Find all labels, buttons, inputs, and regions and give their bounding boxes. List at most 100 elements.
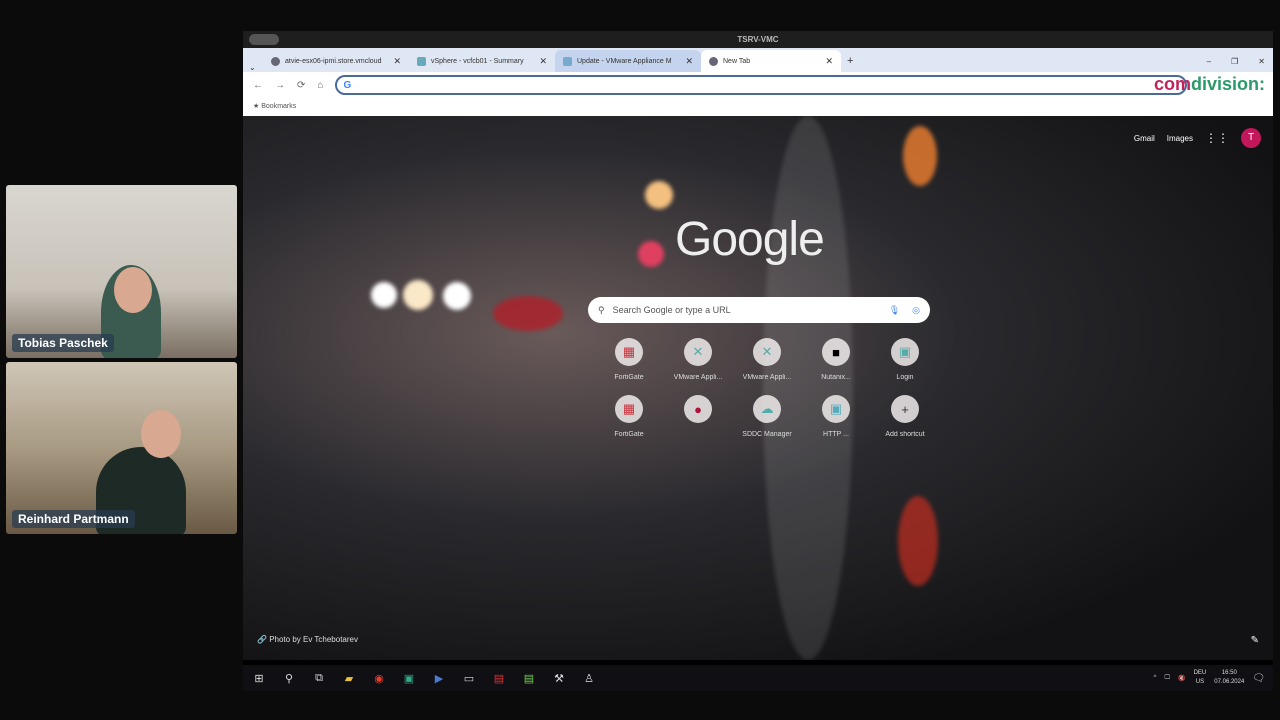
chrome-icon[interactable]: ◉ [371,670,387,686]
shortcut-tile[interactable]: ✕ VMware Appli... [664,338,732,381]
terminal-icon[interactable]: ▭ [461,670,477,686]
participant-name: Reinhard Partmann [12,510,135,528]
search-icon[interactable]: ⚲ [281,670,297,686]
search-box[interactable]: ⚲ Search Google or type a URL 🎙 ◎ [588,297,930,323]
notepad-icon[interactable]: ▤ [521,670,537,686]
windows-start-icon[interactable]: ⊞ [251,670,267,686]
bookmarks-link[interactable]: Bookmarks [261,103,296,110]
notifications-icon[interactable]: 🗨 [1252,673,1265,684]
app-icon[interactable]: ▣ [401,670,417,686]
new-tab-page: Gmail Images ⋮⋮ T Google ⚲ Search Google or … [243,116,1273,660]
bookmarks-bar: ★ Bookmarks [243,98,1273,116]
shortcut-label: VMware Appli... [742,374,792,381]
app-icon: ● [684,395,712,423]
user-app-icon[interactable]: ♙ [581,670,597,686]
brand-right: division: [1190,74,1265,94]
date: 07.06.2024 [1214,679,1245,685]
mic-icon[interactable]: 🎙 [889,305,900,316]
participant-name: Tobias Paschek [12,334,114,352]
search-placeholder: Search Google or type a URL [612,305,731,315]
close-icon[interactable]: ✕ [825,56,833,67]
chevron-up-icon[interactable]: ^ [1153,675,1156,681]
task-view-icon[interactable]: ⧉ [311,670,327,686]
maximize-button[interactable]: ❐ [1231,57,1238,66]
tab-label: atvie-esx06-ipmi.store.vmcloud [285,57,382,65]
minimize-button[interactable]: – [1207,57,1211,66]
google-logo: Google [675,213,825,266]
login-icon: ▣ [891,338,919,366]
video-tile-tobias: Tobias Paschek [6,185,237,358]
shortcut-label: Nutanix... [821,374,851,381]
video-tile-reinhard: Reinhard Partmann [6,362,237,534]
globe-icon [271,56,280,66]
chrome-icon [709,56,718,66]
file-explorer-icon[interactable]: ▰ [341,670,357,686]
shortcut-label: VMware Appli... [673,374,723,381]
avatar[interactable]: T [1241,128,1261,148]
close-icon[interactable]: ✕ [685,56,693,67]
home-button[interactable]: ⌂ [317,80,323,91]
tab-label: vSphere - vcfcb01 - Summary [431,57,524,65]
tab-search-icon[interactable]: ⌄ [249,63,263,72]
google-icon: G [343,79,352,91]
search-icon: ⚲ [598,304,605,315]
connection-bar[interactable] [249,34,279,45]
shortcut-label: FortiGate [614,374,644,381]
tool-icon[interactable]: ⚒ [551,670,567,686]
lang2: US [1195,679,1205,685]
brand-logo: comdivision: [1154,74,1265,95]
tab-update[interactable]: Update - VMware Appliance M ✕ [555,50,701,72]
images-link[interactable]: Images [1167,134,1193,143]
taskbar: ⊞ ⚲ ⧉ ▰ ◉ ▣ ▶ ▭ ▤ ▤ ⚒ ♙ ^ 🖵 🔇 DEU US 16:5… [243,665,1273,691]
tab-label: Update - VMware Appliance M [577,57,672,65]
shortcut-tile[interactable]: ■ Nutanix... [802,338,870,381]
pdf-icon[interactable]: ▤ [491,670,507,686]
tab-vsphere[interactable]: vSphere - vcfcb01 - Summary ✕ [409,50,555,72]
shortcut-tile[interactable]: ☁ SDDC Manager [733,395,801,438]
shortcut-tile[interactable]: ▣ Login [871,338,939,381]
system-tray: ^ 🖵 🔇 DEU US 16:50 07.06.2024 🗨 [1153,669,1273,687]
fortigate-icon: ▦ [615,395,643,423]
photo-credit[interactable]: 🔗 Photo by Ev Tchebotarev [257,635,358,644]
clock[interactable]: 16:50 07.06.2024 [1214,669,1244,687]
address-bar[interactable]: G [335,75,1188,95]
close-icon[interactable]: ✕ [393,56,401,67]
powershell-icon[interactable]: ▶ [431,670,447,686]
tab-strip: ⌄ atvie-esx06-ipmi.store.vmcloud ✕ vSpher… [243,48,1273,72]
shortcut-tile[interactable]: ▦ FortiGate [595,395,663,438]
lens-icon[interactable]: ◎ [912,305,920,316]
close-window-button[interactable]: ✕ [1258,57,1265,66]
tab-ipmi[interactable]: atvie-esx06-ipmi.store.vmcloud ✕ [263,50,409,72]
forward-button[interactable]: → [275,80,285,91]
network-icon[interactable]: 🖵 [1164,675,1170,682]
apps-grid-icon[interactable]: ⋮⋮ [1205,131,1229,145]
new-tab-button[interactable]: + [841,55,859,72]
vmware-icon: ✕ [684,338,712,366]
window-title: TSRV-VMC [737,35,779,44]
shortcut-tile[interactable]: ✕ VMware Appli... [733,338,801,381]
shortcut-tile[interactable]: ▦ FortiGate [595,338,663,381]
vsphere-icon [417,56,426,66]
gmail-link[interactable]: Gmail [1134,134,1155,143]
remote-desktop-window: TSRV-VMC ⌄ atvie-esx06-ipmi.store.vmclou… [243,31,1273,691]
close-icon[interactable]: ✕ [539,56,547,67]
speaker-muted-icon[interactable]: 🔇 [1178,675,1185,682]
language-indicator[interactable]: DEU US [1194,669,1207,687]
shortcut-tile[interactable]: ▣ HTTP ... [802,395,870,438]
shortcut-label: FortiGate [614,431,644,438]
vmware-icon: ✕ [753,338,781,366]
plus-icon: + [891,395,919,423]
tab-new-tab[interactable]: New Tab ✕ [701,50,841,72]
cloud-icon: ☁ [753,395,781,423]
back-button[interactable]: ← [253,80,263,91]
shortcut-label: SDDC Manager [742,431,792,438]
customize-pencil-icon[interactable]: ✎ [1251,635,1259,646]
shortcut-label: Login [896,374,914,381]
page-icon: ▣ [822,395,850,423]
tab-label: New Tab [723,57,751,65]
shortcut-tile[interactable]: ● [664,395,732,438]
reload-button[interactable]: ⟳ [297,80,305,91]
brand-left: com [1153,74,1191,94]
shortcut-tile[interactable]: + Add shortcut [871,395,939,438]
toolbar: ← → ⟳ ⌂ G comdivision: [243,72,1273,98]
